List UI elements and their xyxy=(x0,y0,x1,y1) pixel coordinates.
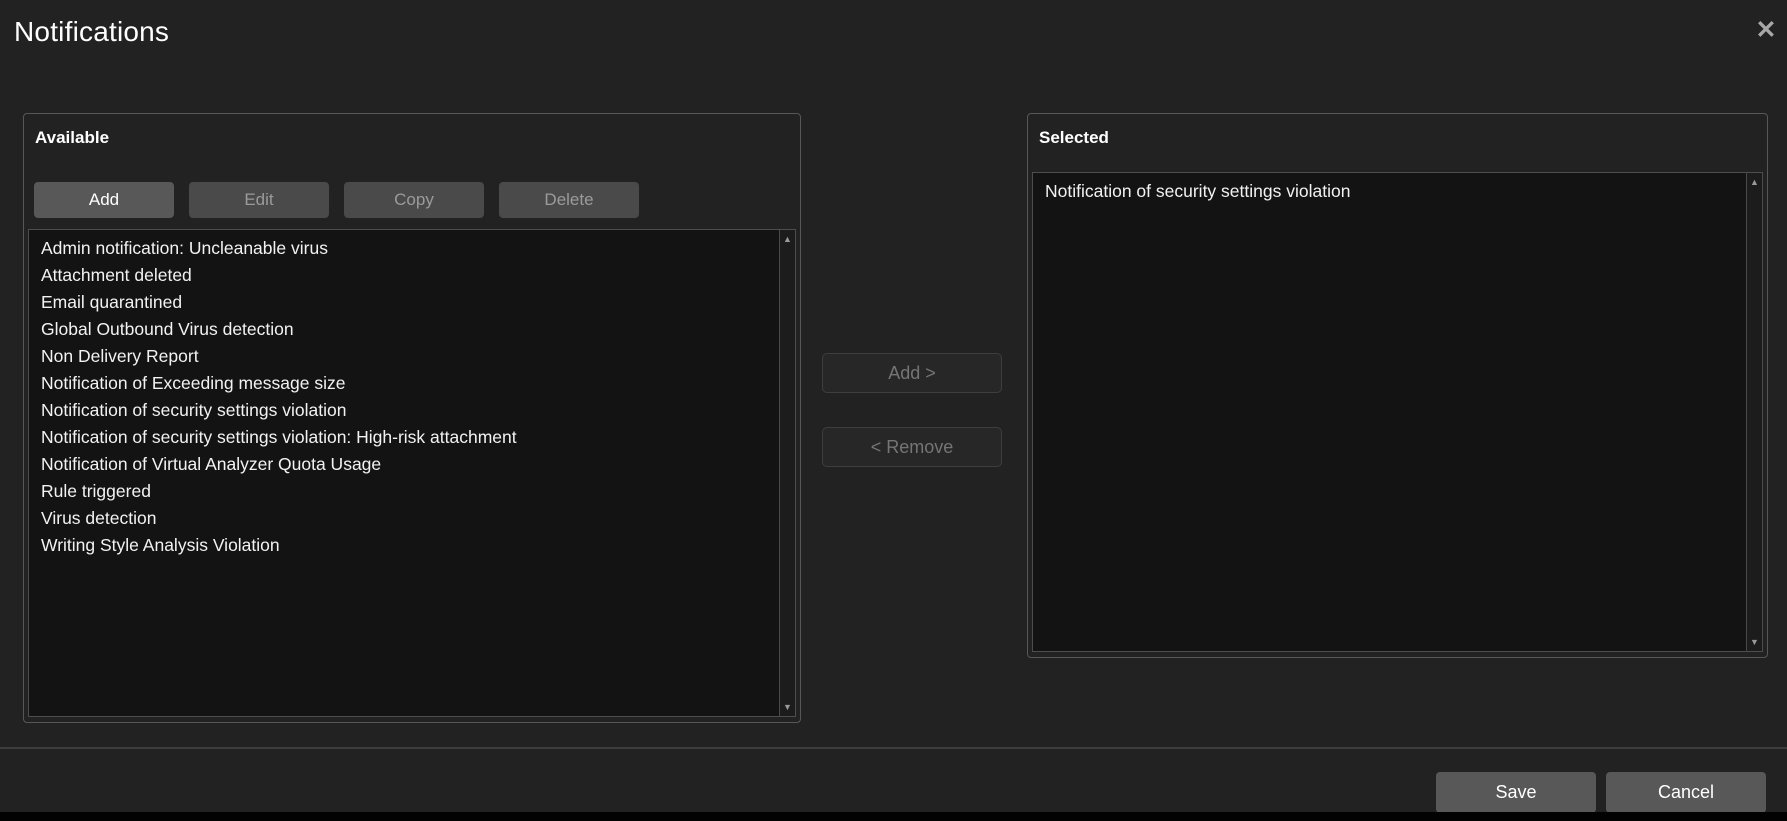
available-toolbar: Add Edit Copy Delete xyxy=(34,182,639,218)
save-button[interactable]: Save xyxy=(1436,772,1596,813)
page-title: Notifications xyxy=(14,16,169,48)
selected-scrollbar[interactable]: ▲ ▼ xyxy=(1746,173,1762,651)
list-item[interactable]: Admin notification: Uncleanable virus xyxy=(29,235,779,262)
available-listbox: Admin notification: Uncleanable virusAtt… xyxy=(28,229,796,717)
available-panel-title: Available xyxy=(35,128,109,148)
list-item[interactable]: Writing Style Analysis Violation xyxy=(29,532,779,559)
selected-panel: Selected Notification of security settin… xyxy=(1027,113,1768,658)
list-item[interactable]: Notification of Virtual Analyzer Quota U… xyxy=(29,451,779,478)
list-item[interactable]: Non Delivery Report xyxy=(29,343,779,370)
list-item[interactable]: Virus detection xyxy=(29,505,779,532)
bottom-bar xyxy=(0,812,1787,821)
list-item[interactable]: Notification of Exceeding message size xyxy=(29,370,779,397)
selected-list: Notification of security settings violat… xyxy=(1033,173,1746,651)
copy-button[interactable]: Copy xyxy=(344,182,484,218)
list-item[interactable]: Email quarantined xyxy=(29,289,779,316)
delete-button[interactable]: Delete xyxy=(499,182,639,218)
list-item[interactable]: Notification of security settings violat… xyxy=(29,397,779,424)
selected-listbox: Notification of security settings violat… xyxy=(1032,172,1763,652)
list-item[interactable]: Global Outbound Virus detection xyxy=(29,316,779,343)
edit-button[interactable]: Edit xyxy=(189,182,329,218)
add-button[interactable]: Add xyxy=(34,182,174,218)
scroll-up-icon[interactable]: ▲ xyxy=(1747,175,1762,189)
scroll-down-icon[interactable]: ▼ xyxy=(1747,635,1762,649)
available-panel: Available Add Edit Copy Delete Admin notifi… xyxy=(23,113,801,723)
remove-from-selected-button[interactable]: < Remove xyxy=(822,427,1002,467)
available-list: Admin notification: Uncleanable virusAtt… xyxy=(29,230,779,716)
close-icon[interactable]: ✕ xyxy=(1750,14,1782,46)
scroll-up-icon[interactable]: ▲ xyxy=(780,232,795,246)
cancel-button[interactable]: Cancel xyxy=(1606,772,1766,813)
add-to-selected-button[interactable]: Add > xyxy=(822,353,1002,393)
selected-panel-title: Selected xyxy=(1039,128,1109,148)
list-item[interactable]: Notification of security settings violat… xyxy=(29,424,779,451)
list-item[interactable]: Rule triggered xyxy=(29,478,779,505)
list-item[interactable]: Notification of security settings violat… xyxy=(1033,178,1746,205)
list-item[interactable]: Attachment deleted xyxy=(29,262,779,289)
footer-divider xyxy=(0,747,1787,749)
scroll-down-icon[interactable]: ▼ xyxy=(780,700,795,714)
notifications-dialog: Notifications ✕ Available Add Edit Copy Del… xyxy=(0,0,1787,821)
available-scrollbar[interactable]: ▲ ▼ xyxy=(779,230,795,716)
